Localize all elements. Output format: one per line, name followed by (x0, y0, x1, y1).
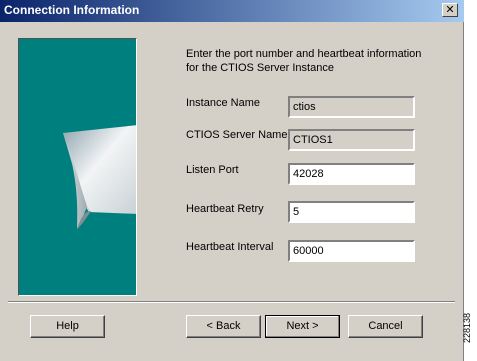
server-name-field: CTIOS1 (288, 129, 415, 151)
wizard-side-image (18, 38, 137, 296)
heartbeat-interval-input[interactable]: 60000 (288, 240, 415, 262)
figure-id: 228138 (462, 312, 472, 344)
server-name-label: CTIOS Server Name (186, 129, 288, 141)
instance-name-label: Instance Name (186, 97, 260, 109)
heartbeat-interval-label: Heartbeat Interval (186, 241, 274, 253)
heartbeat-retry-input[interactable]: 5 (288, 201, 415, 223)
back-button[interactable]: < Back (186, 315, 261, 338)
window-title: Connection Information (4, 3, 140, 17)
listen-port-label: Listen Port (186, 164, 239, 176)
next-button[interactable]: Next > (265, 315, 340, 338)
cancel-button[interactable]: Cancel (348, 315, 423, 338)
listen-port-input[interactable]: 42028 (288, 163, 415, 185)
dialog-window: Connection Information ✕ Enter the port … (0, 0, 464, 361)
heartbeat-retry-label: Heartbeat Retry (186, 203, 264, 215)
title-bar[interactable]: Connection Information ✕ (0, 0, 464, 22)
close-button[interactable]: ✕ (442, 3, 458, 17)
instructions-text: Enter the port number and heartbeat info… (186, 48, 422, 74)
curled-page-icon (63, 125, 136, 229)
instance-name-field: ctios (288, 96, 415, 118)
close-icon: ✕ (445, 3, 455, 16)
help-button[interactable]: Help (30, 315, 105, 338)
button-separator (8, 301, 455, 303)
